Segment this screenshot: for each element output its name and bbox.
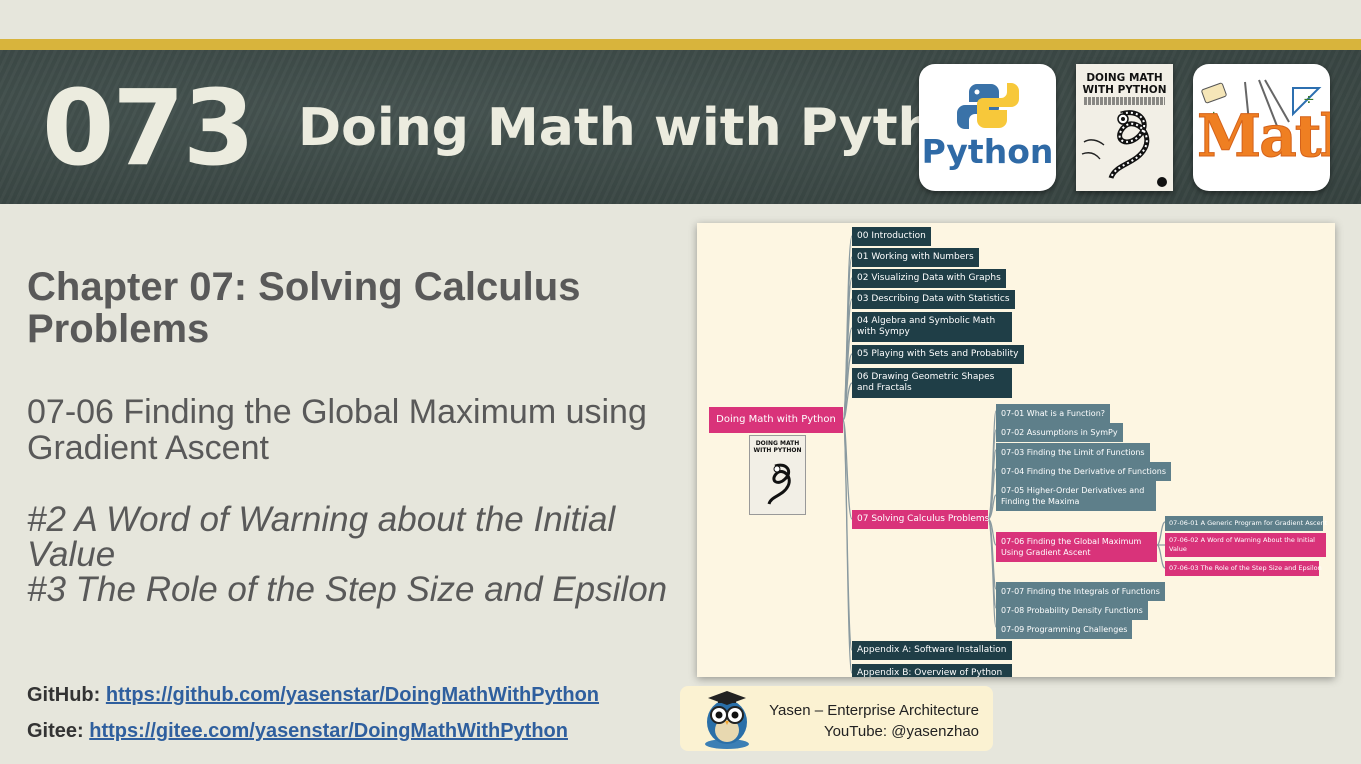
mindmap-subsection: 07-06-03 The Role of the Step Size and E… [1165, 561, 1322, 576]
python-logo-tile: Python [919, 64, 1056, 191]
chapter-title: Chapter 07: Solving Calculus Problems [27, 265, 581, 351]
mindmap-section: 07-08 Probability Density Functions [996, 601, 1148, 620]
mindmap-subsection: 07-06-01 A Generic Program for Gradient … [1165, 516, 1327, 531]
mindmap-section: 07-04 Finding the Derivative of Function… [996, 462, 1172, 481]
mindmap-chapter: 03 Describing Data with Statistics [852, 290, 1015, 309]
mindmap-section: 07-02 Assumptions in SymPy [996, 423, 1123, 442]
mindmap-chapter: Appendix B: Overview of Python [852, 664, 1012, 677]
mindmap-chapter: 05 Playing with Sets and Probability [852, 345, 1024, 364]
book-cover: DOING MATH WITH PYTHON [1076, 64, 1173, 191]
credit-youtube: YouTube: @yasenzhao [823, 723, 979, 740]
top-accent-stripe [0, 39, 1361, 50]
mindmap-chapter: 06 Drawing Geometric Shapes and Fractals [852, 368, 1012, 398]
math-label: Math [1197, 102, 1330, 171]
owl-avatar-icon [705, 691, 749, 749]
gitee-link[interactable]: https://gitee.com/yasenstar/DoingMathWit… [89, 720, 568, 742]
snake-illustration-icon [1081, 110, 1167, 187]
mindmap-chapter: 04 Algebra and Symbolic Math with Sympy [852, 312, 1012, 342]
mindmap-chapter: Appendix A: Software Installation [852, 641, 1012, 660]
mindmap-chapter-active: 07 Solving Calculus Problems [852, 510, 989, 529]
github-link-row: GitHub: https://github.com/yasenstar/Doi… [27, 684, 599, 707]
github-label: GitHub: [27, 684, 101, 706]
mindmap-section: 07-01 What is a Function? [996, 404, 1111, 423]
gitee-link-row: Gitee: https://gitee.com/yasenstar/Doing… [27, 720, 568, 743]
gitee-label: Gitee: [27, 720, 84, 742]
python-label: Python [921, 132, 1054, 171]
topic-step-size: #3 The Role of the Step Size and Epsilon [27, 570, 668, 609]
mini-snake-icon [767, 463, 791, 505]
mindmap-section: 07-05 Higher-Order Derivatives and Findi… [996, 481, 1156, 511]
mindmap-section: 07-07 Finding the Integrals of Functions [996, 582, 1165, 601]
mindmap-chapter: 01 Working with Numbers [852, 248, 979, 267]
episode-number: 073 [42, 67, 255, 189]
banner-title: Doing Math with Python [298, 98, 1008, 158]
author-credit: Yasen – Enterprise Architecture YouTube:… [680, 686, 993, 751]
mindmap-root: Doing Math with Python [709, 407, 843, 433]
github-link[interactable]: https://github.com/yasenstar/DoingMathWi… [106, 684, 599, 706]
mindmap-chapter: 00 Introduction [852, 227, 931, 246]
mindmap-subsection-active: 07-06-02 A Word of Warning About the Ini… [1165, 533, 1326, 557]
credit-text: Yasen – Enterprise Architecture YouTube:… [769, 700, 979, 742]
python-snake-icon [957, 83, 1019, 129]
mindmap-section: 07-03 Finding the Limit of Functions [996, 443, 1150, 462]
section-title: 07-06 Finding the Global Maximum using G… [27, 393, 647, 467]
mindmap-section-active: 07-06 Finding the Global Maximum Using G… [996, 532, 1157, 562]
math-logo-tile: + ÷ Math [1193, 64, 1330, 191]
mindmap-book-cover: DOING MATH WITH PYTHON [749, 435, 806, 515]
mindmap-chapter: 02 Visualizing Data with Graphs [852, 269, 1006, 288]
mindmap-section: 07-09 Programming Challenges [996, 620, 1133, 639]
credit-author: Yasen – Enterprise Architecture [769, 702, 979, 719]
mindmap-panel: Doing Math with Python DOING MATH WITH P… [697, 223, 1335, 677]
topic-initial-value: #2 A Word of Warning about the Initial V… [27, 500, 616, 574]
